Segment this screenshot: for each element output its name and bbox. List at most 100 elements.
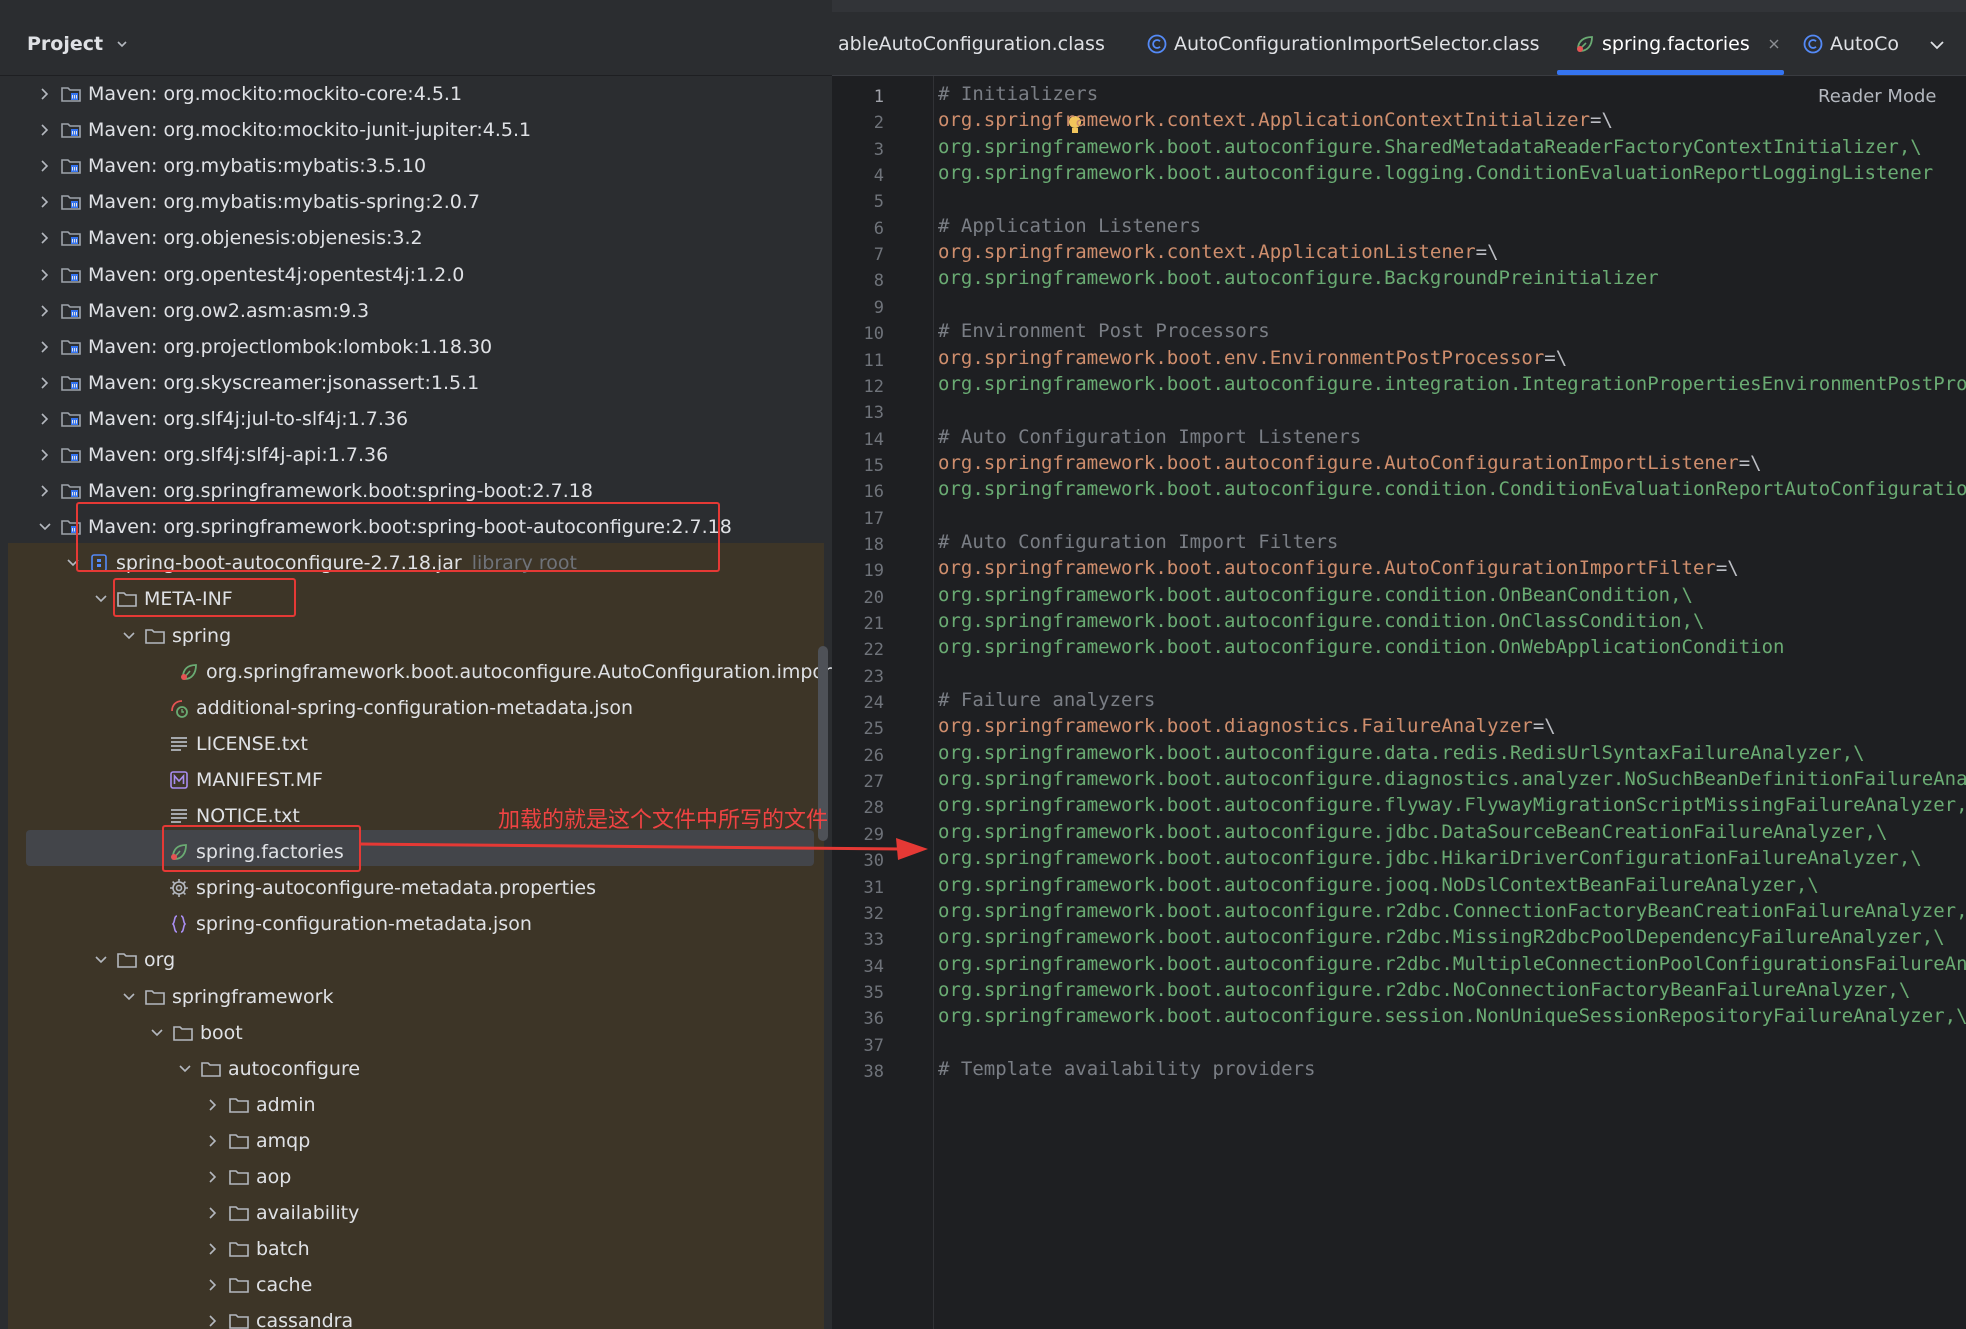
chevron-right-icon[interactable] xyxy=(36,446,54,464)
chevron-right-icon[interactable] xyxy=(36,157,54,175)
chevron-right-icon[interactable] xyxy=(204,1132,222,1150)
code-line[interactable]: org.springframework.boot.autoconfigure.j… xyxy=(938,847,1922,869)
chevron-right-icon[interactable] xyxy=(204,1096,222,1114)
code-line[interactable]: org.springframework.boot.autoconfigure.r… xyxy=(938,900,1966,922)
tree-row[interactable]: Maven: org.slf4j:slf4j-api:1.7.36 xyxy=(0,437,832,473)
tree-row[interactable]: additional-spring-configuration-metadata… xyxy=(0,690,832,726)
tree-row[interactable]: spring-autoconfigure-metadata.properties xyxy=(0,870,832,906)
code-line[interactable]: # Initializers xyxy=(938,83,1098,105)
tree-row[interactable]: cache xyxy=(0,1267,832,1303)
code-line[interactable]: org.springframework.boot.autoconfigure.i… xyxy=(938,373,1966,395)
code-line[interactable]: org.springframework.boot.autoconfigure.l… xyxy=(938,162,1933,184)
tree-row[interactable]: aop xyxy=(0,1159,832,1195)
code-line[interactable]: org.springframework.boot.autoconfigure.f… xyxy=(938,794,1966,816)
tree-row[interactable]: Maven: org.mockito:mockito-junit-jupiter… xyxy=(0,112,832,148)
chevron-right-icon[interactable] xyxy=(36,338,54,356)
code-line[interactable]: org.springframework.boot.autoconfigure.S… xyxy=(938,136,1922,158)
code-line[interactable]: org.springframework.boot.autoconfigure.A… xyxy=(938,452,1762,474)
close-tab-icon[interactable] xyxy=(1768,38,1780,50)
tab-auto-configuration-import-selector[interactable]: AutoConfigurationImportSelector.class xyxy=(1146,12,1540,76)
chevron-down-icon[interactable] xyxy=(148,1024,166,1042)
chevron-right-icon[interactable] xyxy=(36,482,54,500)
chevron-down-icon[interactable] xyxy=(176,1060,194,1078)
chevron-down-icon[interactable] xyxy=(92,590,110,608)
chevron-right-icon[interactable] xyxy=(36,121,54,139)
chevron-right-icon[interactable] xyxy=(36,410,54,428)
tree-row[interactable]: Maven: org.slf4j:jul-to-slf4j:1.7.36 xyxy=(0,401,832,437)
tree-row[interactable]: MANIFEST.MF xyxy=(0,762,832,798)
tree-row[interactable]: batch xyxy=(0,1231,832,1267)
chevron-right-icon[interactable] xyxy=(36,374,54,392)
tree-row[interactable]: Maven: org.skyscreamer:jsonassert:1.5.1 xyxy=(0,365,832,401)
chevron-right-icon[interactable] xyxy=(36,266,54,284)
tree-row[interactable]: Maven: org.projectlombok:lombok:1.18.30 xyxy=(0,329,832,365)
chevron-down-icon[interactable] xyxy=(92,951,110,969)
chevron-right-icon[interactable] xyxy=(204,1240,222,1258)
code-line[interactable]: org.springframework.boot.autoconfigure.c… xyxy=(938,478,1966,500)
code-line[interactable]: org.springframework.boot.diagnostics.Fai… xyxy=(938,715,1556,737)
tree-row[interactable]: Maven: org.mybatis:mybatis:3.5.10 xyxy=(0,148,832,184)
tree-row[interactable]: spring-configuration-metadata.json xyxy=(0,906,832,942)
code-line[interactable]: # Auto Configuration Import Listeners xyxy=(938,426,1361,448)
code-line[interactable]: org.springframework.boot.autoconfigure.B… xyxy=(938,267,1659,289)
chevron-right-icon[interactable] xyxy=(204,1312,222,1329)
chevron-right-icon[interactable] xyxy=(36,193,54,211)
tree-row[interactable]: boot xyxy=(0,1015,832,1051)
chevron-right-icon[interactable] xyxy=(36,229,54,247)
tree-row[interactable]: admin xyxy=(0,1087,832,1123)
code-line[interactable]: org.springframework.boot.autoconfigure.d… xyxy=(938,768,1966,790)
code-line[interactable]: org.springframework.boot.autoconfigure.j… xyxy=(938,821,1887,843)
tree-row[interactable]: springframework xyxy=(0,979,832,1015)
tree-row[interactable]: availability xyxy=(0,1195,832,1231)
code-line[interactable]: org.springframework.context.ApplicationC… xyxy=(938,109,1613,131)
tab-auto-co[interactable]: AutoCo xyxy=(1802,12,1899,76)
tree-row[interactable]: Maven: org.mockito:mockito-core:4.5.1 xyxy=(0,76,832,112)
tree-row[interactable]: amqp xyxy=(0,1123,832,1159)
tree-row[interactable]: LICENSE.txt xyxy=(0,726,832,762)
code-line[interactable]: org.springframework.boot.autoconfigure.A… xyxy=(938,557,1739,579)
tree-row[interactable]: Maven: org.objenesis:objenesis:3.2 xyxy=(0,220,832,256)
tree-row[interactable]: org xyxy=(0,942,832,978)
chevron-right-icon[interactable] xyxy=(36,85,54,103)
chevron-right-icon[interactable] xyxy=(204,1276,222,1294)
code-line[interactable]: org.springframework.boot.autoconfigure.r… xyxy=(938,979,1910,1001)
code-line[interactable]: org.springframework.boot.autoconfigure.c… xyxy=(938,610,1704,632)
code-line[interactable]: org.springframework.boot.autoconfigure.r… xyxy=(938,953,1966,975)
code-line[interactable]: # Template availability providers xyxy=(938,1058,1316,1080)
tree-row[interactable]: Maven: org.mybatis:mybatis-spring:2.0.7 xyxy=(0,184,832,220)
code-line[interactable]: org.springframework.boot.env.Environment… xyxy=(938,347,1567,369)
chevron-right-icon[interactable] xyxy=(204,1204,222,1222)
chevron-down-icon[interactable] xyxy=(36,518,54,536)
tree-row[interactable]: cassandra xyxy=(0,1303,832,1329)
tree-row[interactable]: Maven: org.opentest4j:opentest4j:1.2.0 xyxy=(0,257,832,293)
chevron-down-icon[interactable] xyxy=(115,37,129,51)
tree-row[interactable]: org.springframework.boot.autoconfigure.A… xyxy=(0,654,832,690)
tree-row[interactable]: spring xyxy=(0,618,832,654)
code-line[interactable]: # Environment Post Processors xyxy=(938,320,1270,342)
chevron-down-icon[interactable] xyxy=(120,988,138,1006)
tree-row[interactable]: autoconfigure xyxy=(0,1051,832,1087)
chevron-right-icon[interactable] xyxy=(36,302,54,320)
tab-spring-factories[interactable]: spring.factories xyxy=(1574,12,1780,76)
project-panel-header[interactable]: Project xyxy=(0,12,832,76)
code-line[interactable]: # Failure analyzers xyxy=(938,689,1155,711)
code-line[interactable]: org.springframework.boot.autoconfigure.r… xyxy=(938,926,1945,948)
chevron-down-icon[interactable] xyxy=(120,627,138,645)
chevron-right-icon[interactable] xyxy=(204,1168,222,1186)
line-number: 9 xyxy=(873,297,884,318)
code-line[interactable]: org.springframework.context.ApplicationL… xyxy=(938,241,1499,263)
code-line[interactable]: org.springframework.boot.autoconfigure.d… xyxy=(938,742,1865,764)
tree-row[interactable]: Maven: org.ow2.asm:asm:9.3 xyxy=(0,293,832,329)
code-line[interactable]: # Application Listeners xyxy=(938,215,1201,237)
tree-row-label: Maven: org.mockito:mockito-core:4.5.1 xyxy=(88,83,463,105)
annotation-box-meta-inf xyxy=(113,578,296,617)
tab-enable-auto-configuration[interactable]: ableAutoConfiguration.class xyxy=(838,12,1105,76)
code-line[interactable]: org.springframework.boot.autoconfigure.c… xyxy=(938,636,1784,658)
reader-mode-button[interactable]: Reader Mode xyxy=(1818,82,1937,111)
code-line[interactable]: org.springframework.boot.autoconfigure.j… xyxy=(938,874,1819,896)
line-number: 32 xyxy=(863,903,884,924)
code-line[interactable]: org.springframework.boot.autoconfigure.c… xyxy=(938,584,1693,606)
code-line[interactable]: org.springframework.boot.autoconfigure.s… xyxy=(938,1005,1966,1027)
code-line[interactable]: # Auto Configuration Import Filters xyxy=(938,531,1338,553)
chevron-down-icon[interactable] xyxy=(1926,34,1948,56)
